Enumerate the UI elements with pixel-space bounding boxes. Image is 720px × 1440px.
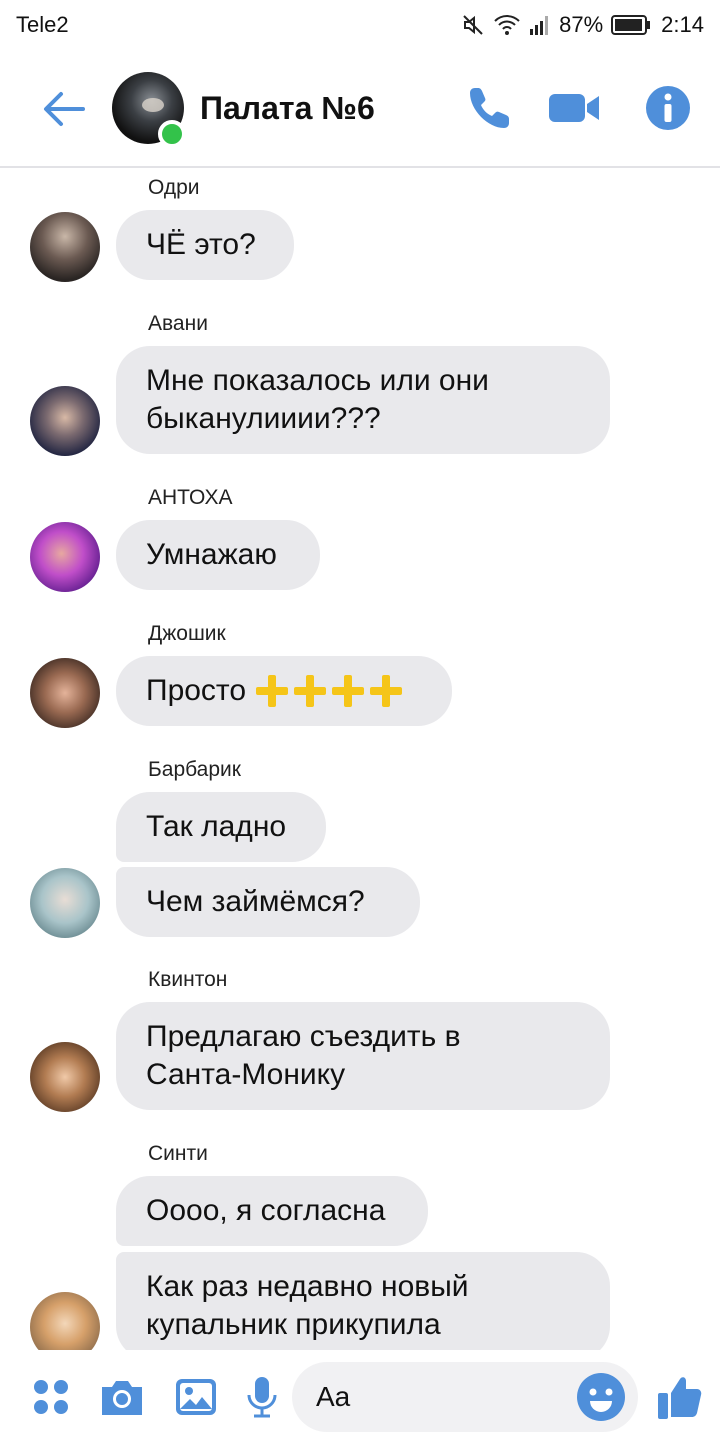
back-button[interactable] bbox=[38, 84, 88, 134]
sender-name: АНТОХА bbox=[148, 486, 233, 509]
chat-title[interactable]: Палата №6 bbox=[200, 90, 375, 127]
emoji-button[interactable] bbox=[576, 1372, 626, 1422]
apps-button[interactable] bbox=[26, 1372, 76, 1422]
message-text: Предлагаю съездить в Санта-Монику bbox=[146, 1020, 461, 1091]
carrier-name: Tele2 bbox=[16, 12, 69, 37]
gallery-button[interactable] bbox=[171, 1372, 221, 1422]
info-icon bbox=[646, 86, 690, 130]
message-text: ЧЁ это? bbox=[146, 228, 256, 261]
message-text: Оооо, я согласна bbox=[146, 1194, 386, 1227]
cross-emoji-row bbox=[254, 673, 404, 709]
sender-name: Синти bbox=[148, 1142, 208, 1165]
message-bubble[interactable]: Просто bbox=[116, 656, 452, 726]
mute-icon bbox=[463, 15, 483, 35]
video-call-button[interactable] bbox=[546, 80, 602, 136]
message-bubble[interactable]: Предлагаю съездить в Санта-Монику bbox=[116, 1002, 610, 1110]
phone-icon bbox=[470, 88, 509, 128]
avatar[interactable] bbox=[30, 1292, 100, 1350]
avatar[interactable] bbox=[30, 522, 100, 592]
clock: 2:14 bbox=[661, 12, 704, 37]
avatar[interactable] bbox=[30, 868, 100, 938]
wifi-icon bbox=[494, 15, 520, 35]
voice-button[interactable] bbox=[237, 1372, 287, 1422]
message-list[interactable]: Одри ЧЁ это? Авани Мне показалось или он… bbox=[0, 170, 720, 1350]
call-button[interactable] bbox=[462, 80, 518, 136]
microphone-icon bbox=[247, 1377, 277, 1418]
message-bubble[interactable]: Чем займёмся? bbox=[116, 867, 420, 937]
sender-name: Авани bbox=[148, 312, 208, 335]
chat-header: Палата №6 bbox=[0, 50, 720, 168]
online-indicator bbox=[158, 120, 186, 148]
message-text: Чем займёмся? bbox=[146, 885, 365, 918]
status-icons: 87% 2:14 bbox=[461, 10, 704, 40]
apps-grid-icon bbox=[34, 1380, 68, 1414]
battery-percentage: 87% bbox=[559, 12, 604, 37]
plus-emoji-icon bbox=[292, 673, 328, 709]
sender-name: Квинтон bbox=[148, 968, 228, 991]
avatar[interactable] bbox=[30, 386, 100, 456]
camera-icon bbox=[102, 1381, 142, 1415]
like-button[interactable] bbox=[654, 1372, 706, 1422]
message-bubble[interactable]: Оооо, я согласна bbox=[116, 1176, 428, 1246]
plus-emoji-icon bbox=[330, 673, 366, 709]
message-bubble[interactable]: Как раз недавно новый купальник прикупил… bbox=[116, 1252, 610, 1350]
status-bar: Tele2 87% 2:14 bbox=[0, 0, 720, 50]
sender-name: Одри bbox=[148, 176, 200, 199]
sender-name: Джошик bbox=[148, 622, 226, 645]
avatar[interactable] bbox=[30, 658, 100, 728]
message-bubble[interactable]: Так ладно bbox=[116, 792, 326, 862]
message-text: Мне показалось или они быканулииии??? bbox=[146, 364, 489, 435]
video-camera-icon bbox=[549, 94, 599, 122]
plus-emoji-icon bbox=[368, 673, 404, 709]
composer-bar bbox=[0, 1350, 720, 1440]
back-arrow-icon bbox=[44, 92, 85, 126]
gallery-icon bbox=[176, 1379, 216, 1415]
avatar[interactable] bbox=[30, 212, 100, 282]
info-button[interactable] bbox=[640, 80, 696, 136]
message-text: Так ладно bbox=[146, 810, 287, 843]
message-bubble[interactable]: ЧЁ это? bbox=[116, 210, 294, 280]
battery-icon bbox=[611, 15, 651, 35]
message-text: Умнажаю bbox=[146, 538, 277, 571]
camera-button[interactable] bbox=[97, 1372, 147, 1422]
message-bubble[interactable]: Умнажаю bbox=[116, 520, 320, 590]
sender-name: Барбарик bbox=[148, 758, 241, 781]
thumbs-up-icon bbox=[658, 1377, 702, 1419]
message-text: Просто bbox=[146, 674, 247, 707]
avatar[interactable] bbox=[30, 1042, 100, 1112]
message-text: Как раз недавно новый купальник прикупил… bbox=[146, 1270, 469, 1341]
emoji-icon bbox=[577, 1373, 625, 1421]
signal-icon bbox=[530, 16, 549, 35]
message-bubble[interactable]: Мне показалось или они быканулииии??? bbox=[116, 346, 610, 454]
plus-emoji-icon bbox=[254, 673, 290, 709]
